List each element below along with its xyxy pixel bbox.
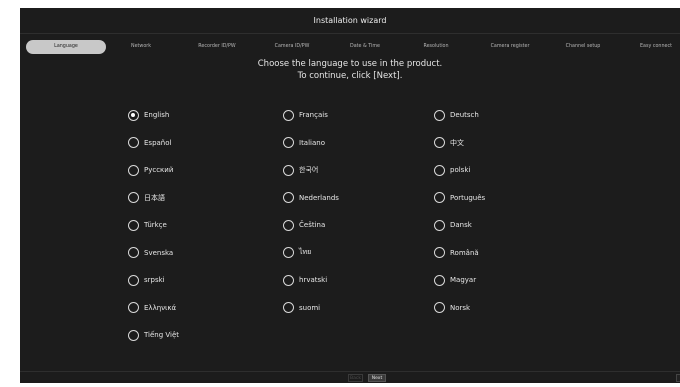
radio-icon[interactable]	[283, 137, 294, 148]
step-recorder-id-pw[interactable]: Recorder ID/PW	[188, 40, 246, 54]
language-label: Tiếng Việt	[144, 331, 180, 339]
language-option[interactable]: Русский	[128, 162, 173, 178]
language-label: Türkçe	[144, 221, 167, 229]
wizard-title: Installation wizard	[20, 8, 680, 34]
language-label: polski	[450, 166, 471, 174]
language-label: Nederlands	[299, 193, 339, 202]
language-option[interactable]: Magyar	[434, 272, 476, 288]
language-label: Norsk	[450, 303, 471, 312]
wizard-steps: Language Network Recorder ID/PW Camera I…	[20, 40, 680, 54]
radio-icon[interactable]	[283, 192, 294, 203]
language-label: Svenska	[144, 248, 174, 257]
language-option[interactable]: Čeština	[283, 217, 325, 233]
language-label: Čeština	[299, 221, 326, 229]
radio-icon[interactable]	[283, 247, 294, 258]
radio-icon[interactable]	[434, 192, 445, 203]
step-camera-register[interactable]: Camera register	[484, 40, 536, 54]
language-label: suomi	[299, 303, 321, 312]
instruction-line-1: Choose the language to use in the produc…	[257, 59, 443, 69]
language-label: hrvatski	[299, 276, 328, 284]
radio-icon[interactable]	[434, 247, 445, 258]
wizard-panel: Installation wizard Language Network Rec…	[20, 8, 680, 383]
radio-icon[interactable]	[283, 164, 294, 176]
radio-icon[interactable]	[128, 274, 139, 286]
radio-selected-icon[interactable]	[128, 109, 139, 121]
language-option[interactable]: 한국어	[283, 162, 318, 178]
language-option[interactable]: Português	[434, 190, 485, 206]
radio-icon[interactable]	[128, 137, 139, 148]
language-label: Français	[299, 111, 328, 119]
language-option[interactable]: Türkçe	[128, 217, 167, 233]
step-network[interactable]: Network	[120, 40, 162, 54]
radio-icon[interactable]	[128, 164, 139, 176]
language-label: Ελληνικά	[144, 303, 177, 312]
language-label: Español	[144, 138, 172, 147]
language-option[interactable]: Tiếng Việt	[128, 327, 179, 343]
radio-icon[interactable]	[128, 192, 139, 203]
step-language[interactable]: Language	[26, 40, 106, 54]
language-option[interactable]: Español	[128, 135, 171, 151]
language-label: Deutsch	[450, 111, 479, 119]
radio-icon[interactable]	[434, 164, 445, 176]
radio-icon[interactable]	[283, 302, 294, 313]
radio-icon[interactable]	[434, 137, 445, 148]
radio-icon[interactable]	[434, 109, 445, 121]
language-option[interactable]: Ελληνικά	[128, 300, 176, 316]
radio-icon[interactable]	[283, 219, 294, 231]
radio-icon[interactable]	[128, 329, 139, 341]
instruction-line-2: To continue, click [Next].	[297, 71, 403, 81]
language-label: 日本語	[144, 193, 165, 202]
radio-icon[interactable]	[434, 219, 445, 231]
radio-icon[interactable]	[283, 109, 294, 121]
language-label: 한국어	[299, 166, 319, 174]
language-label: Dansk	[450, 221, 472, 229]
language-option[interactable]: Română	[434, 245, 479, 261]
language-option[interactable]: Deutsch	[434, 107, 479, 123]
language-option[interactable]: Dansk	[434, 217, 472, 233]
language-label: Magyar	[450, 276, 477, 284]
language-option[interactable]: 中文	[434, 135, 464, 151]
language-label: 中文	[450, 138, 464, 147]
back-button[interactable]: Back	[348, 374, 363, 382]
language-option[interactable]: 日本語	[128, 190, 165, 206]
language-option[interactable]: English	[128, 107, 169, 123]
step-camera-id-pw[interactable]: Camera ID/PW	[266, 40, 318, 54]
language-label: Русский	[144, 166, 174, 174]
language-option[interactable]: Norsk	[434, 300, 470, 316]
language-option[interactable]: polski	[434, 162, 470, 178]
language-option[interactable]: Nederlands	[283, 190, 339, 206]
language-option[interactable]: Italiano	[283, 135, 325, 151]
radio-icon[interactable]	[128, 219, 139, 231]
wizard-footer: Back Next	[20, 371, 680, 383]
language-option[interactable]: Français	[283, 107, 328, 123]
language-label: Italiano	[299, 138, 325, 147]
language-option[interactable]: srpski	[128, 272, 165, 288]
radio-icon[interactable]	[434, 274, 445, 286]
step-resolution[interactable]: Resolution	[416, 40, 456, 54]
language-label: Română	[450, 248, 479, 257]
language-label: ไทย	[299, 248, 312, 256]
corner-button[interactable]	[676, 374, 680, 382]
step-channel-setup[interactable]: Channel setup	[558, 40, 608, 54]
language-option[interactable]: suomi	[283, 300, 320, 316]
radio-icon[interactable]	[128, 302, 139, 313]
next-button[interactable]: Next	[368, 374, 386, 382]
language-option[interactable]: hrvatski	[283, 272, 327, 288]
radio-icon[interactable]	[283, 274, 294, 286]
instruction: Choose the language to use in the produc…	[20, 58, 680, 82]
language-label: English	[144, 111, 170, 119]
radio-icon[interactable]	[434, 302, 445, 313]
language-option[interactable]: ไทย	[283, 245, 311, 261]
language-label: Português	[450, 193, 486, 202]
step-date-time[interactable]: Date & Time	[340, 40, 390, 54]
language-label: srpski	[144, 276, 165, 284]
language-option[interactable]: Svenska	[128, 245, 173, 261]
radio-icon[interactable]	[128, 247, 139, 258]
step-easy-connect[interactable]: Easy connect	[632, 40, 680, 54]
